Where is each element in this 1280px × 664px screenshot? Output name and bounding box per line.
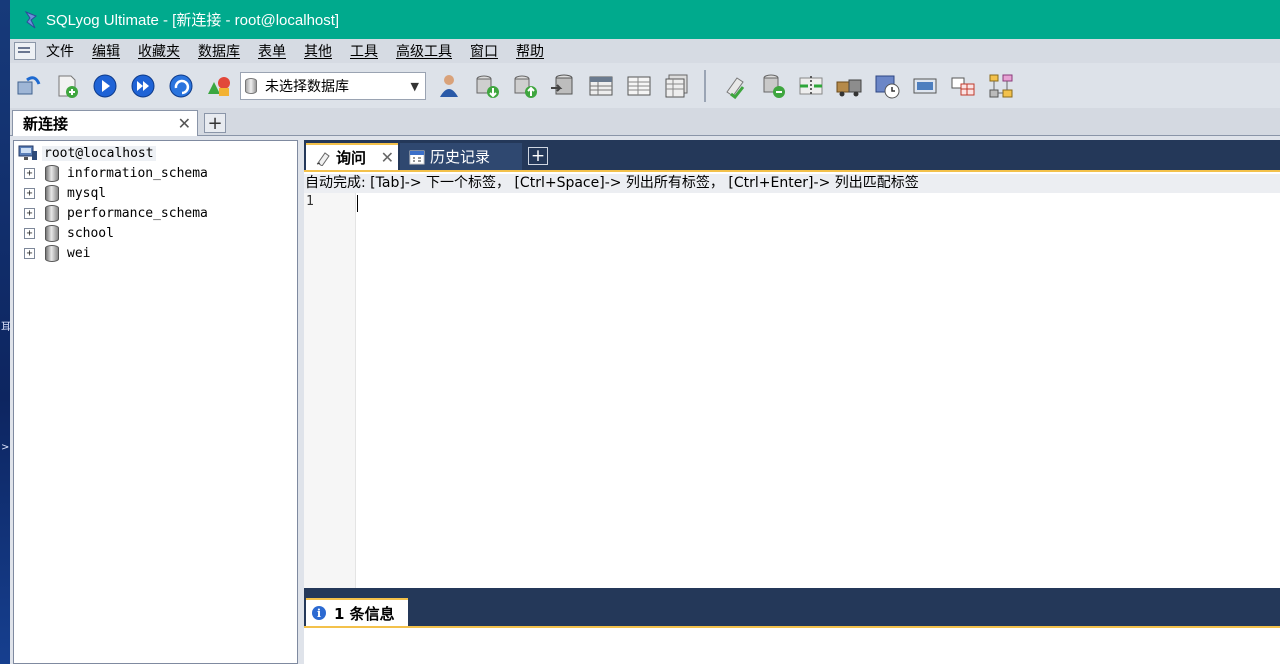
main-toolbar: 未选择数据库 ▼ xyxy=(10,63,1280,108)
tree-item-label: information_schema xyxy=(67,166,208,181)
menu-others[interactable]: 其他 xyxy=(304,41,332,61)
tree-item-database[interactable]: + school xyxy=(24,225,114,242)
new-connection-tab-button[interactable]: + xyxy=(204,113,226,134)
expand-icon[interactable]: + xyxy=(24,228,35,239)
app-window: SQLyog Ultimate - [新连接 - root@localhost]… xyxy=(10,0,1280,664)
tab-query[interactable]: 询问 ✕ xyxy=(306,143,398,170)
expand-icon[interactable]: + xyxy=(24,208,35,219)
menu-table[interactable]: 表单 xyxy=(258,41,286,61)
dolphin-icon xyxy=(22,10,40,30)
schema-sync-icon[interactable] xyxy=(794,69,828,103)
tab-history[interactable]: 历史记录 xyxy=(400,143,522,170)
database-icon xyxy=(45,205,59,222)
window-menu-icon[interactable] xyxy=(14,42,36,60)
expand-icon[interactable]: + xyxy=(24,188,35,199)
user-manager-icon[interactable] xyxy=(432,69,466,103)
message-body xyxy=(304,626,1280,664)
table-structure-icon[interactable] xyxy=(622,69,656,103)
tree-root-label: root@localhost xyxy=(42,145,156,161)
tree-item-label: mysql xyxy=(67,186,107,201)
close-icon[interactable]: ✕ xyxy=(178,114,191,133)
new-query-tab-button[interactable]: + xyxy=(528,147,548,165)
tab-history-label: 历史记录 xyxy=(430,148,491,166)
query-tab-bar: 询问 ✕ 历史记录 + xyxy=(304,140,1280,170)
connection-tab-bar: 新连接 ✕ + xyxy=(10,108,1280,136)
sync-db-icon[interactable] xyxy=(756,69,790,103)
close-icon[interactable]: ✕ xyxy=(381,148,394,167)
toolbar-separator xyxy=(704,69,706,102)
tree-item-database[interactable]: + wei xyxy=(24,245,90,262)
database-selector-value: 未选择数据库 xyxy=(265,78,349,95)
schema-designer-icon[interactable] xyxy=(202,69,236,103)
tree-root-connection[interactable]: root@localhost xyxy=(18,145,156,161)
expand-icon[interactable]: + xyxy=(24,168,35,179)
menu-database[interactable]: 数据库 xyxy=(198,41,240,61)
calendar-icon xyxy=(408,148,426,166)
execute-all-icon[interactable] xyxy=(126,69,160,103)
tree-item-database[interactable]: + performance_schema xyxy=(24,205,208,222)
database-icon xyxy=(45,165,59,182)
desktop-mark-2: > xyxy=(1,442,10,453)
object-browser: root@localhost + information_schema + my… xyxy=(13,140,298,664)
new-connection-icon[interactable] xyxy=(12,69,46,103)
expand-icon[interactable]: + xyxy=(24,248,35,259)
menu-bar: 文件 编辑 收藏夹 数据库 表单 其他 工具 高级工具 窗口 帮助 xyxy=(10,39,1280,63)
database-icon xyxy=(45,245,59,262)
menu-file[interactable]: 文件 xyxy=(46,41,74,61)
desktop-strip: 耳 > xyxy=(0,0,11,664)
sql-formatter-icon[interactable] xyxy=(718,69,752,103)
query-builder-icon[interactable] xyxy=(946,69,980,103)
import-icon[interactable] xyxy=(546,69,580,103)
menu-tools[interactable]: 工具 xyxy=(350,41,378,61)
menu-edit[interactable]: 编辑 xyxy=(92,41,120,61)
tab-messages-label: 1 条信息 xyxy=(334,604,395,623)
autocomplete-hint: 自动完成: [Tab]-> 下一个标签， [Ctrl+Space]-> 列出所有… xyxy=(304,174,1280,193)
database-selector[interactable]: 未选择数据库 ▼ xyxy=(240,71,426,100)
tree-item-label: wei xyxy=(67,246,91,261)
menu-favorites[interactable]: 收藏夹 xyxy=(138,41,180,61)
query-icon xyxy=(314,149,332,167)
message-panel: i 1 条信息 xyxy=(304,588,1280,664)
tree-item-database[interactable]: + mysql xyxy=(24,185,106,202)
tree-item-database[interactable]: + information_schema xyxy=(24,165,208,182)
new-query-icon[interactable] xyxy=(50,69,84,103)
window-title: SQLyog Ultimate - [新连接 - root@localhost] xyxy=(46,12,340,29)
chevron-down-icon: ▼ xyxy=(410,79,419,93)
database-icon xyxy=(45,225,59,242)
tab-query-label: 询问 xyxy=(336,149,367,167)
tree-item-label: school xyxy=(67,226,114,241)
refresh-icon[interactable] xyxy=(164,69,198,103)
server-icon xyxy=(18,145,38,161)
menu-advanced-tools[interactable]: 高级工具 xyxy=(396,41,452,61)
tree-item-label: performance_schema xyxy=(67,206,208,221)
menu-help[interactable]: 帮助 xyxy=(516,41,544,61)
text-caret xyxy=(357,195,358,212)
database-icon xyxy=(245,77,257,94)
schema-diagram-icon[interactable] xyxy=(984,69,1018,103)
connection-tab-label: 新连接 xyxy=(23,115,69,133)
line-number-gutter: 1 xyxy=(304,193,356,588)
tab-messages[interactable]: i 1 条信息 xyxy=(306,598,408,626)
table-indexes-icon[interactable] xyxy=(660,69,694,103)
connection-tab[interactable]: 新连接 ✕ xyxy=(12,110,198,136)
monitor-icon[interactable] xyxy=(908,69,942,103)
table-data-icon[interactable] xyxy=(584,69,618,103)
sql-editor[interactable]: 自动完成: [Tab]-> 下一个标签， [Ctrl+Space]-> 列出所有… xyxy=(304,170,1280,588)
info-icon: i xyxy=(312,606,326,620)
backup-db-icon[interactable] xyxy=(470,69,504,103)
menu-window[interactable]: 窗口 xyxy=(470,41,498,61)
scheduler-icon[interactable] xyxy=(870,69,904,103)
line-number: 1 xyxy=(306,194,314,209)
execute-query-icon[interactable] xyxy=(88,69,122,103)
data-migrate-icon[interactable] xyxy=(832,69,866,103)
restore-db-icon[interactable] xyxy=(508,69,542,103)
query-panel: 询问 ✕ 历史记录 + 自动完成: [Tab]-> 下一个标签， [Ctrl+S… xyxy=(304,140,1280,664)
database-icon xyxy=(45,185,59,202)
title-bar: SQLyog Ultimate - [新连接 - root@localhost] xyxy=(10,0,1280,39)
